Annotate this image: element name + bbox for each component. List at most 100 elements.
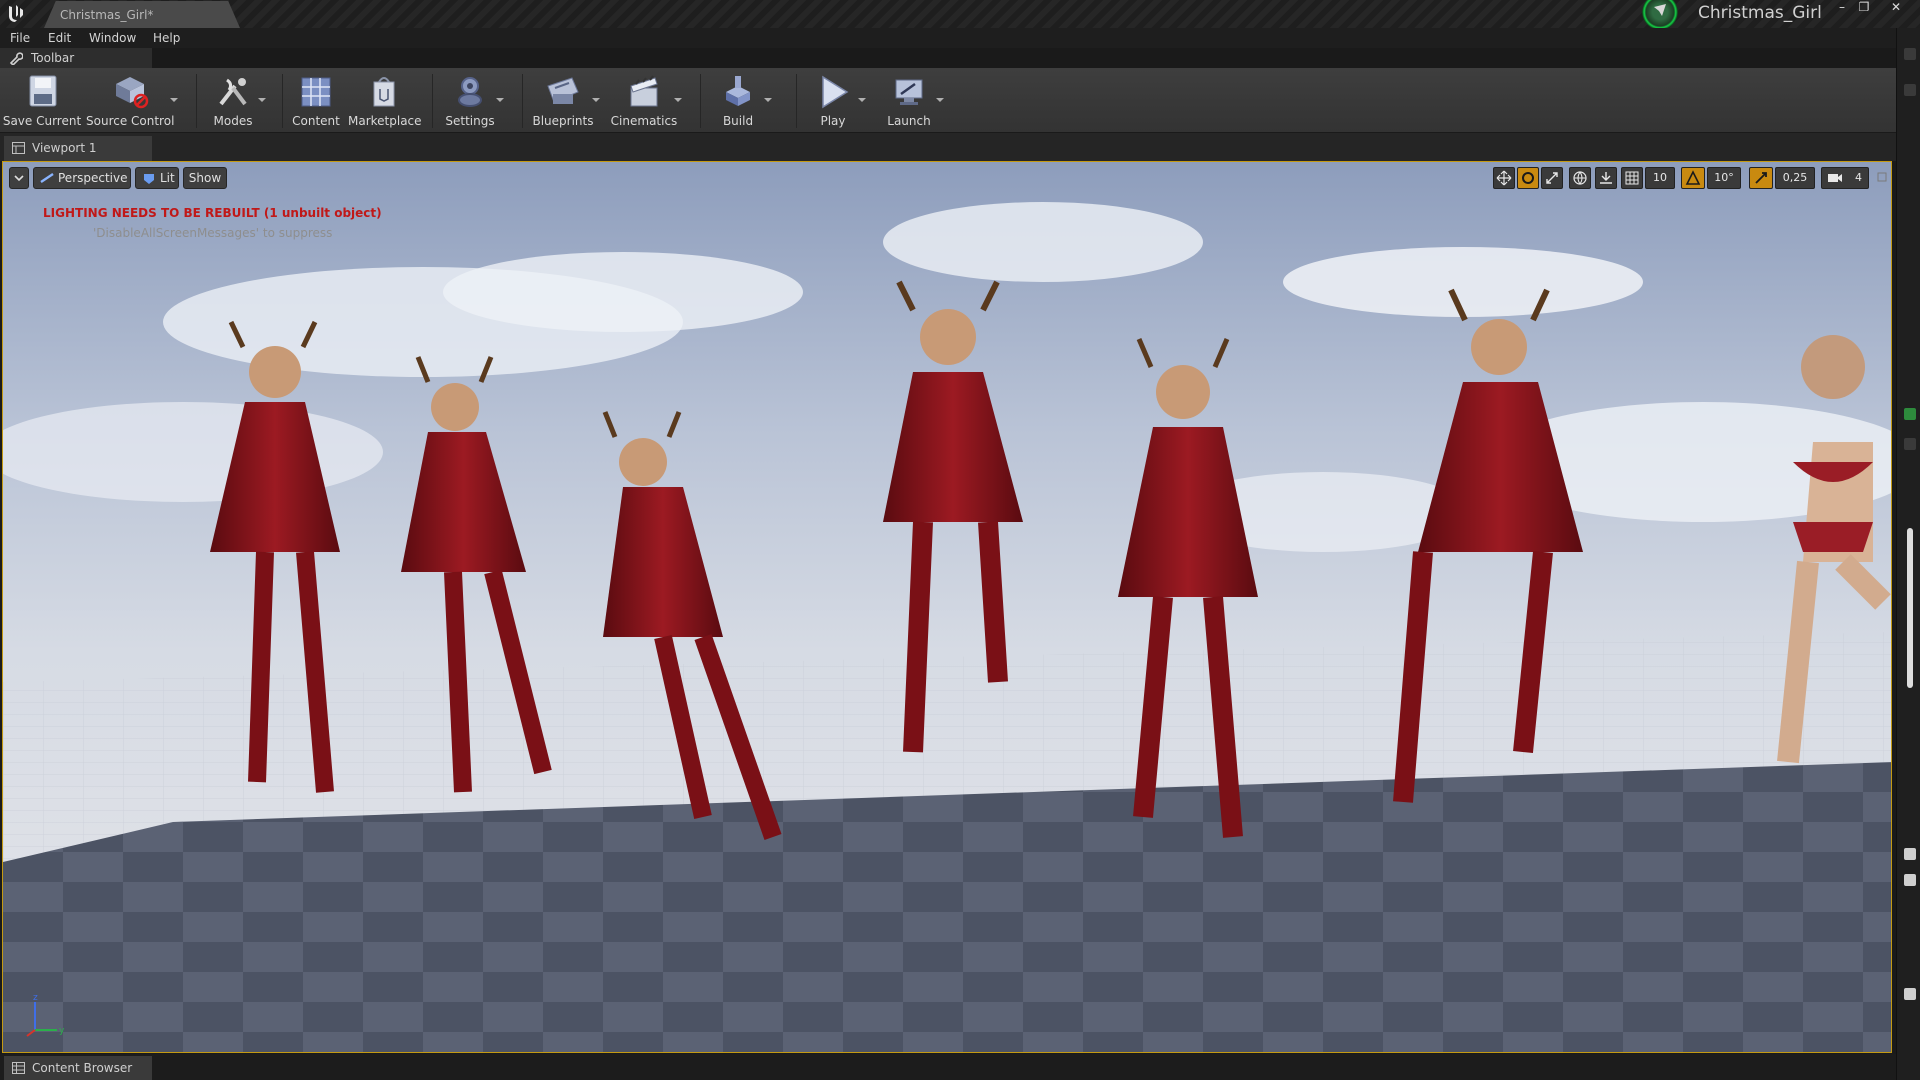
grid-snap-toggle[interactable]	[1621, 167, 1643, 189]
settings-icon	[458, 77, 482, 107]
viewport-icon	[12, 142, 25, 154]
toolbar-separator	[196, 74, 197, 128]
side-panel-checkbox[interactable]	[1904, 874, 1916, 886]
side-panel-checkbox[interactable]	[1904, 848, 1916, 860]
bottom-tab-row: Content Browser	[0, 1054, 1896, 1080]
play-dropdown-icon[interactable]	[858, 98, 866, 102]
scale-snap-toggle[interactable]	[1749, 167, 1773, 189]
toolbar-separator	[796, 74, 797, 128]
suppress-hint: 'DisableAllScreenMessages' to suppress	[93, 226, 333, 240]
scene-render	[3, 280, 1891, 1052]
side-panel-search-icon[interactable]	[1904, 84, 1916, 96]
content-browser-tab[interactable]: Content Browser	[4, 1056, 152, 1080]
source-control-button[interactable]: Source Control	[86, 70, 178, 130]
modes-button[interactable]: Modes	[204, 70, 266, 130]
menu-file[interactable]: File	[10, 28, 30, 48]
scale-snap-value[interactable]: 0,25	[1775, 167, 1815, 189]
scale-icon	[1546, 172, 1558, 184]
side-panel-checkbox[interactable]	[1904, 988, 1916, 1000]
scale-mode-button[interactable]	[1541, 167, 1563, 189]
menu-edit[interactable]: Edit	[48, 28, 71, 48]
svg-text:y: y	[59, 1026, 65, 1036]
content-browser-icon	[12, 1062, 25, 1074]
rotate-icon	[1522, 172, 1534, 184]
settings-dropdown-icon[interactable]	[496, 98, 504, 102]
title-bar: Christmas_Girl* Christmas_Girl – ❐ ✕	[0, 0, 1920, 30]
content-button[interactable]: Content	[288, 70, 344, 130]
close-button[interactable]: ✕	[1884, 0, 1908, 16]
lit-button[interactable]: Lit	[135, 167, 179, 189]
svg-text:z: z	[33, 993, 38, 1003]
rotation-snap-toggle[interactable]	[1681, 167, 1705, 189]
content-label: Content	[292, 114, 340, 128]
rotate-mode-button[interactable]	[1517, 167, 1539, 189]
camera-speed-value: 4	[1855, 171, 1862, 184]
cinematics-button[interactable]: Cinematics	[610, 70, 682, 130]
launch-dropdown-icon[interactable]	[936, 98, 944, 102]
toolbar-tab[interactable]: Toolbar	[0, 48, 152, 68]
restore-button[interactable]: ❐	[1852, 0, 1876, 16]
blueprints-icon	[547, 77, 579, 104]
translate-icon	[1496, 170, 1512, 186]
grid-snap-value[interactable]: 10	[1645, 167, 1675, 189]
lit-label: Lit	[160, 171, 175, 185]
main-toolbar: Save Current Source Control Modes Conten…	[0, 68, 1896, 133]
launch-icon	[895, 79, 923, 105]
project-status-icon	[1642, 0, 1678, 30]
viewport-options-button[interactable]	[9, 167, 29, 189]
save-current-label: Save Current	[2, 114, 82, 128]
content-browser-label: Content Browser	[32, 1061, 133, 1075]
wrench-icon	[9, 52, 23, 65]
marketplace-button[interactable]: Marketplace	[348, 70, 422, 130]
right-side-panel	[1896, 28, 1920, 1080]
modes-label: Modes	[213, 114, 253, 128]
play-button[interactable]: Play	[804, 70, 866, 130]
marketplace-icon	[373, 77, 395, 107]
source-control-dropdown-icon[interactable]	[170, 98, 178, 102]
chevron-down-icon	[14, 175, 24, 182]
perspective-label: Perspective	[58, 171, 128, 185]
globe-icon	[1573, 171, 1587, 185]
blueprints-button[interactable]: Blueprints	[530, 70, 600, 130]
perspective-button[interactable]: Perspective	[33, 167, 131, 189]
menu-help[interactable]: Help	[153, 28, 180, 48]
surface-snap-icon	[1600, 172, 1612, 184]
side-panel-scrollbar[interactable]	[1907, 528, 1913, 688]
document-tab[interactable]: Christmas_Girl*	[44, 1, 240, 28]
viewport-tab[interactable]: Viewport 1	[4, 136, 152, 161]
maximize-viewport-button[interactable]	[1875, 167, 1889, 189]
cinematics-dropdown-icon[interactable]	[674, 98, 682, 102]
content-icon	[301, 77, 331, 107]
modes-dropdown-icon[interactable]	[258, 98, 266, 102]
settings-button[interactable]: Settings	[440, 70, 504, 130]
side-panel-add-icon[interactable]	[1904, 408, 1916, 420]
world-local-button[interactable]	[1569, 167, 1591, 189]
build-dropdown-icon[interactable]	[764, 98, 772, 102]
viewport-tab-label: Viewport 1	[32, 141, 97, 155]
side-panel-handle[interactable]	[1904, 48, 1916, 60]
build-button[interactable]: Build	[708, 70, 772, 130]
axis-gizmo-icon: z y	[26, 993, 65, 1037]
surface-snap-button[interactable]	[1595, 167, 1617, 189]
unreal-logo-icon[interactable]	[4, 2, 28, 26]
blueprints-dropdown-icon[interactable]	[592, 98, 600, 102]
menu-bar: File Edit Window Help	[0, 28, 1920, 48]
launch-button[interactable]: Launch	[878, 70, 944, 130]
save-current-button[interactable]: Save Current	[2, 70, 82, 130]
side-panel-tool-icon[interactable]	[1904, 438, 1916, 450]
show-button[interactable]: Show	[183, 167, 227, 189]
build-icon	[726, 76, 750, 106]
maximize-icon	[1877, 172, 1887, 182]
level-viewport[interactable]: Perspective Lit Show LIGHTING NEEDS TO B…	[2, 161, 1892, 1053]
blueprints-label: Blueprints	[532, 114, 594, 128]
translate-mode-button[interactable]	[1493, 167, 1515, 189]
grid-icon	[1625, 171, 1639, 185]
toolbar-separator	[522, 74, 523, 128]
cinematics-label: Cinematics	[610, 114, 678, 128]
minimize-button[interactable]: –	[1830, 0, 1854, 16]
toolbar-separator	[432, 74, 433, 128]
menu-window[interactable]: Window	[89, 28, 136, 48]
modes-icon	[219, 78, 247, 106]
rotation-snap-value[interactable]: 10°	[1707, 167, 1741, 189]
camera-speed-button[interactable]: 4	[1821, 167, 1869, 189]
